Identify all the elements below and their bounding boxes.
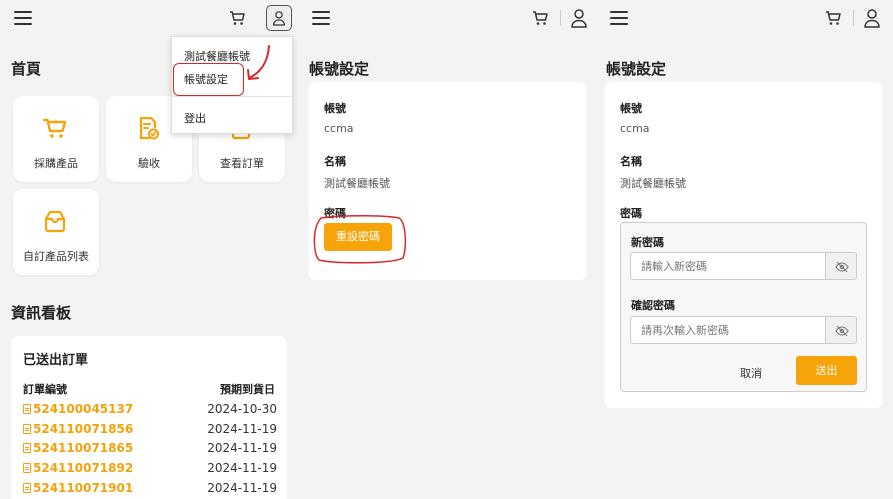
hamburger-icon[interactable] [610, 11, 628, 25]
annotation-arrow [247, 45, 270, 80]
table-row: 524110071892 2024-11-19 [23, 461, 277, 477]
column-header-order-no: 訂單編號 [23, 383, 67, 396]
hamburger-icon[interactable] [14, 11, 32, 25]
account-label: 帳號 [324, 102, 346, 115]
order-date: 2024-11-19 [207, 441, 277, 455]
new-password-label: 新密碼 [631, 236, 664, 249]
document-icon [23, 443, 31, 453]
order-date: 2024-11-19 [207, 481, 277, 495]
order-link[interactable]: 524100045137 [23, 402, 133, 416]
document-icon [23, 483, 31, 493]
name-value: 測試餐廳帳號 [620, 177, 686, 190]
highlight-box [313, 215, 407, 264]
toggle-visibility-button[interactable] [825, 316, 857, 344]
account-settings-panel: 帳號設定 帳號 ccma 名稱 測試餐廳帳號 密碼 重設密碼 [298, 0, 596, 499]
table-row: 524110071901 2024-11-19 [23, 481, 277, 497]
name-label: 名稱 [324, 155, 346, 168]
hamburger-icon[interactable] [312, 11, 330, 25]
user-icon [272, 11, 286, 26]
tile-purchase[interactable]: 採購產品 [13, 96, 99, 182]
name-label: 名稱 [620, 155, 642, 168]
cart-icon[interactable] [531, 9, 549, 27]
toggle-visibility-button[interactable] [825, 252, 857, 280]
checklist-icon [139, 116, 159, 140]
table-row: 524100045137 2024-10-30 [23, 402, 277, 418]
new-password-input[interactable] [631, 253, 825, 279]
user-icon[interactable] [863, 8, 881, 28]
tile-label: 自訂產品列表 [23, 250, 89, 263]
account-label: 帳號 [620, 102, 642, 115]
user-button[interactable] [266, 5, 292, 31]
table-row: 524110071856 2024-11-19 [23, 422, 277, 438]
divider [560, 10, 561, 26]
user-icon[interactable] [570, 8, 588, 28]
highlight-box [173, 63, 244, 96]
account-value: ccma [324, 122, 354, 135]
submit-button[interactable]: 送出 [796, 356, 857, 385]
confirm-password-field[interactable] [630, 316, 826, 344]
divider [853, 10, 854, 26]
order-date: 2024-11-19 [207, 461, 277, 475]
cart-icon[interactable] [824, 9, 842, 27]
dashboard-title: 資訊看板 [11, 304, 72, 322]
menu-item-account-name[interactable]: 測試餐廳帳號 [184, 48, 250, 64]
order-date: 2024-11-19 [207, 422, 277, 436]
account-value: ccma [620, 122, 650, 135]
box-icon [44, 210, 66, 233]
document-icon [23, 404, 31, 414]
document-icon [23, 463, 31, 473]
top-bar [298, 0, 596, 36]
eye-slash-icon [835, 325, 849, 337]
order-link[interactable]: 524110071901 [23, 481, 133, 495]
table-row: 524110071865 2024-11-19 [23, 441, 277, 457]
shopping-cart-icon [42, 118, 67, 138]
order-link[interactable]: 524110071892 [23, 461, 133, 475]
top-bar [596, 0, 893, 36]
order-date: 2024-10-30 [207, 402, 277, 416]
cancel-button[interactable]: 取消 [740, 365, 762, 381]
eye-slash-icon [835, 261, 849, 273]
password-label: 密碼 [620, 207, 642, 220]
confirm-password-input[interactable] [631, 317, 825, 343]
tile-label: 採購產品 [34, 157, 78, 170]
page-title: 帳號設定 [606, 60, 667, 78]
new-password-field[interactable] [630, 252, 826, 280]
reset-password-form: 新密碼 確認密碼 取消 送出 [620, 222, 867, 392]
orders-title: 已送出訂單 [23, 353, 89, 368]
column-header-expected-date: 預期到貨日 [220, 383, 275, 396]
order-link[interactable]: 524110071865 [23, 441, 133, 455]
document-icon [23, 424, 31, 434]
page-title: 首頁 [11, 60, 42, 78]
order-link[interactable]: 524110071856 [23, 422, 133, 436]
name-value: 測試餐廳帳號 [324, 177, 390, 190]
top-bar [0, 0, 298, 36]
tile-label: 查看訂單 [220, 157, 264, 170]
confirm-password-label: 確認密碼 [631, 299, 675, 312]
menu-item-logout[interactable]: 登出 [184, 110, 206, 126]
home-panel: 首頁 採購產品 驗收 查看訂單 自訂產品列表 測試餐廳帳號 帳號設定 登出 資訊… [0, 0, 298, 499]
tile-custom-products[interactable]: 自訂產品列表 [13, 189, 99, 275]
tile-label: 驗收 [138, 157, 160, 170]
menu-divider [172, 96, 292, 97]
cart-icon[interactable] [228, 9, 246, 27]
page-title: 帳號設定 [309, 60, 370, 78]
